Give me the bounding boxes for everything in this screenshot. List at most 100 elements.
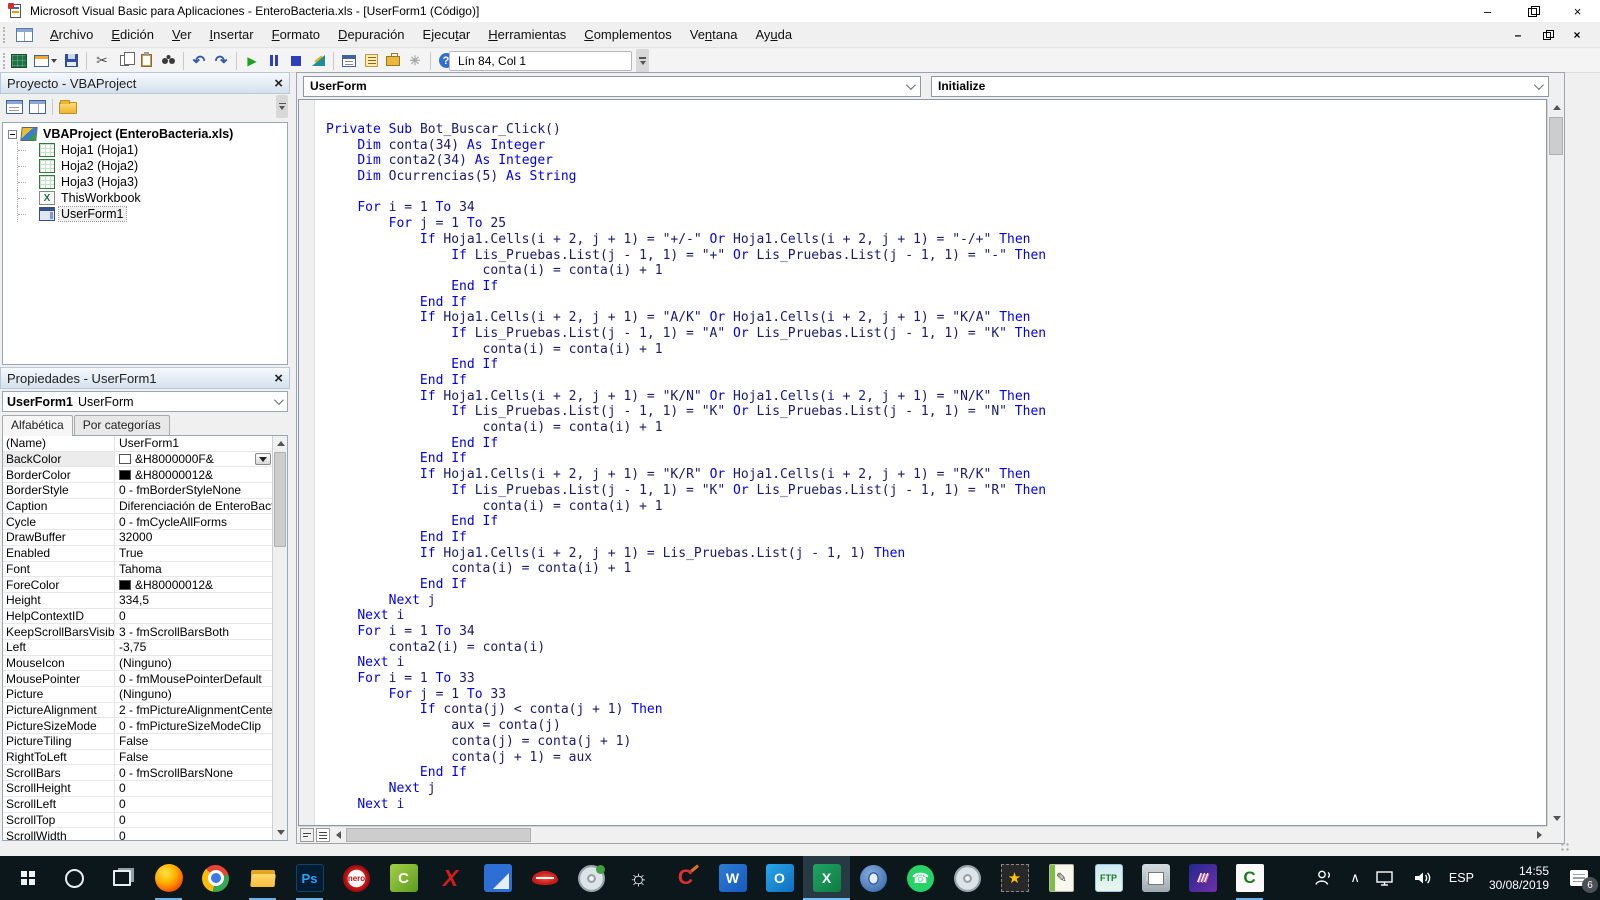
property-value[interactable]: 3 - fmScrollBarsBoth — [115, 624, 272, 639]
tab-categorized[interactable]: Por categorías — [74, 415, 170, 435]
menu-ventana[interactable]: Ventana — [681, 24, 747, 45]
code-line[interactable]: For j = 1 To 33 — [326, 687, 1546, 703]
mdi-close-button[interactable]: × — [1568, 28, 1586, 42]
tree-item-vbaproject[interactable]: VBAProject (EnteroBacteria.xls) — [3, 126, 287, 142]
view-code-button[interactable] — [6, 100, 23, 114]
code-line[interactable]: If Hoja1.Cells(i + 2, j + 1) = "K/R" Or … — [326, 467, 1546, 483]
project-panel-close-icon[interactable]: × — [274, 76, 283, 91]
code-line[interactable]: If Hoja1.Cells(i + 2, j + 1) = Lis_Prueb… — [326, 546, 1546, 562]
property-value[interactable]: 0 — [115, 813, 272, 828]
property-row-scrollbars[interactable]: ScrollBars0 - fmScrollBarsNone — [3, 765, 272, 781]
taskbar-brightness-icon[interactable]: ☼ — [615, 856, 662, 900]
copy-button[interactable] — [113, 51, 135, 71]
code-line[interactable]: End If — [326, 765, 1546, 781]
code-line[interactable]: End If — [326, 577, 1546, 593]
margin-indicator-bar[interactable] — [299, 100, 315, 825]
taskbar-photo-tool-icon[interactable] — [1132, 856, 1179, 900]
toolbar-overflow-button[interactable] — [636, 49, 649, 73]
taskbar-task-view-icon[interactable] — [98, 856, 145, 900]
toggle-folders-button[interactable] — [59, 102, 77, 114]
taskbar-whatsapp-icon[interactable]: ☎ — [897, 856, 944, 900]
menu-edicion[interactable]: Edición — [102, 24, 163, 45]
project-explorer-button[interactable] — [338, 51, 360, 71]
code-line[interactable]: aux = conta(j) — [326, 718, 1546, 734]
taskbar-ccleaner-icon[interactable]: C — [662, 856, 709, 900]
property-value[interactable]: False — [115, 750, 272, 765]
property-dropdown-button[interactable] — [255, 453, 271, 466]
code-line[interactable]: Private Sub Bot_Buscar_Click() — [326, 122, 1546, 138]
code-line[interactable]: Dim Ocurrencias(5) As String — [326, 169, 1546, 185]
language-indicator[interactable]: ESP — [1449, 871, 1474, 885]
find-button[interactable] — [157, 51, 179, 71]
code-editor[interactable]: Private Sub Bot_Buscar_Click() Dim conta… — [316, 100, 1546, 825]
scroll-up-icon[interactable] — [1548, 99, 1565, 115]
code-line[interactable]: Dim conta(34) As Integer — [326, 138, 1546, 154]
menu-archivo[interactable]: Archivo — [41, 24, 102, 45]
property-value[interactable]: 32000 — [115, 530, 272, 545]
property-row-picturesizemode[interactable]: PictureSizeMode0 - fmPictureSizeModeClip — [3, 718, 272, 734]
code-line[interactable]: If Lis_Pruebas.List(j - 1, 1) = "A" Or L… — [326, 326, 1546, 342]
menu-herramientas[interactable]: Herramientas — [479, 24, 575, 45]
property-row-helpcontextid[interactable]: HelpContextID0 — [3, 609, 272, 625]
menu-formato[interactable]: Formato — [263, 24, 329, 45]
tab-alphabetic[interactable]: Alfabética — [2, 415, 73, 436]
cut-button[interactable]: ✂ — [91, 51, 113, 71]
reset-button[interactable] — [285, 51, 307, 71]
property-row-bordercolor[interactable]: BorderColor&H80000012& — [3, 467, 272, 483]
tree-item-hoja2[interactable]: Hoja2 (Hoja2) — [3, 158, 287, 174]
menu-complementos[interactable]: Complementos — [575, 24, 680, 45]
scroll-left-icon[interactable] — [330, 827, 346, 844]
volume-icon[interactable] — [1412, 869, 1434, 887]
insert-userform-button[interactable] — [30, 51, 60, 71]
code-line[interactable]: conta(i) = conta(i) + 1 — [326, 342, 1546, 358]
clock[interactable]: 14:55 30/08/2019 — [1489, 864, 1549, 892]
property-row-scrollwidth[interactable]: ScrollWidth0 — [3, 828, 272, 840]
code-line[interactable]: conta(i) = conta(i) + 1 — [326, 263, 1546, 279]
procedure-view-button[interactable] — [300, 828, 314, 842]
code-line[interactable]: conta(i) = conta(i) + 1 — [326, 561, 1546, 577]
code-vertical-scrollbar[interactable] — [1547, 99, 1564, 826]
code-line[interactable]: End If — [326, 373, 1546, 389]
code-line[interactable]: Dim conta2(34) As Integer — [326, 153, 1546, 169]
save-button[interactable] — [60, 51, 82, 71]
menubar-grip[interactable] — [3, 27, 8, 43]
code-line[interactable] — [326, 185, 1546, 201]
taskbar-camtasia-white-icon[interactable]: C — [1226, 856, 1273, 900]
code-line[interactable]: For i = 1 To 34 — [326, 624, 1546, 640]
taskbar-photoshop-icon[interactable]: Ps — [286, 856, 333, 900]
property-row-height[interactable]: Height334,5 — [3, 593, 272, 609]
object-dropdown[interactable]: UserForm — [303, 76, 921, 97]
restore-button[interactable] — [1510, 0, 1555, 22]
tree-item-hoja3[interactable]: Hoja3 (Hoja3) — [3, 174, 287, 190]
property-value[interactable]: 0 - fmScrollBarsNone — [115, 765, 272, 780]
menu-depuracion[interactable]: Depuración — [329, 24, 414, 45]
code-line[interactable]: Next i — [326, 608, 1546, 624]
properties-panel-header[interactable]: Propiedades - UserForm1 × — [0, 367, 290, 389]
code-line[interactable]: conta(j) = conta(j + 1) — [326, 734, 1546, 750]
code-line[interactable]: If Lis_Pruebas.List(j - 1, 1) = "K" Or L… — [326, 483, 1546, 499]
code-line[interactable]: conta(i) = conta(i) + 1 — [326, 420, 1546, 436]
code-line[interactable]: For i = 1 To 34 — [326, 200, 1546, 216]
undo-button[interactable]: ↶ — [188, 51, 210, 71]
taskbar-pinnacle-icon[interactable]: X — [427, 856, 474, 900]
property-value[interactable]: 0 — [115, 797, 272, 812]
taskbar-lips-icon[interactable] — [521, 856, 568, 900]
property-value[interactable]: -3,75 — [115, 640, 272, 655]
view-excel-button[interactable] — [8, 51, 30, 71]
code-line[interactable]: End If — [326, 514, 1546, 530]
event-dropdown[interactable]: Initialize — [931, 76, 1549, 97]
taskbar-nero-icon[interactable]: nero — [333, 856, 380, 900]
view-object-button[interactable] — [29, 100, 46, 114]
code-line[interactable]: Next i — [326, 655, 1546, 671]
taskbar-notes-icon[interactable]: ✎ — [1038, 856, 1085, 900]
scroll-up-icon[interactable] — [273, 436, 288, 451]
property-value[interactable]: 334,5 — [115, 593, 272, 608]
scrollbar-thumb[interactable] — [1549, 117, 1563, 155]
object-selector-combo[interactable]: UserForm1 UserForm — [2, 391, 288, 412]
scrollbar-thumb[interactable] — [274, 452, 286, 547]
property-value[interactable]: False — [115, 734, 272, 749]
property-value[interactable]: &H8000000F& — [115, 452, 272, 467]
property-value[interactable]: 2 - fmPictureAlignmentCenter — [115, 703, 272, 718]
property-row-mousepointer[interactable]: MousePointer0 - fmMousePointerDefault — [3, 671, 272, 687]
code-line[interactable]: If Lis_Pruebas.List(j - 1, 1) = "+" Or L… — [326, 248, 1546, 264]
